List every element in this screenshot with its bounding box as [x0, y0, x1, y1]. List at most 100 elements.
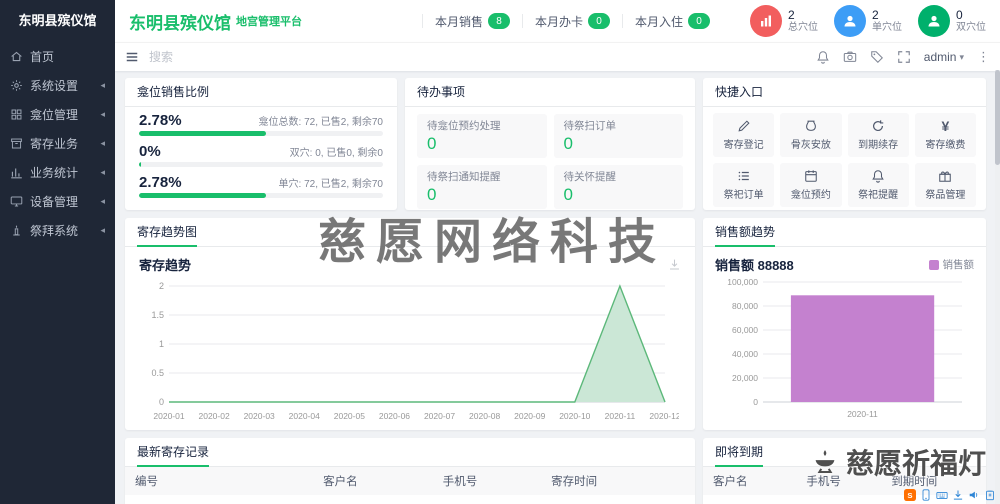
stat-badge: 0	[688, 13, 710, 29]
svg-text:20,000: 20,000	[732, 373, 758, 383]
clipboard-icon[interactable]	[984, 489, 996, 501]
download-icon[interactable]	[668, 258, 681, 271]
sidebar-item-label: 祭拜系统	[30, 224, 79, 238]
stat-label: 本月入住	[634, 14, 683, 29]
quick-label: 祭祀提醒	[858, 190, 899, 201]
table-cell	[796, 495, 882, 504]
scrollbar[interactable]	[995, 70, 1000, 504]
speaker-icon[interactable]	[968, 489, 980, 501]
quick-label: 到期续存	[858, 140, 899, 151]
sidebar: 东明县殡仪馆 首页 系统设置 ◂ 龛位管理 ◂ 寄存业务 ◂ 业务统计 ◂ 设备	[0, 0, 115, 504]
scrollbar-thumb[interactable]	[995, 70, 1000, 165]
quick-ashes-placement-button[interactable]: 骨灰安放	[780, 113, 842, 157]
quick-offering-management-button[interactable]: 祭品管理	[914, 163, 976, 207]
archive-icon	[10, 137, 23, 150]
quick-label: 骨灰安放	[790, 140, 831, 151]
bell-icon	[871, 169, 885, 183]
svg-text:2020-02: 2020-02	[198, 411, 229, 421]
card-storage-trend: 寄存趋势图 寄存趋势 0 0.5 1 1.5 2 2020-01 2020-02 2020-0…	[125, 218, 695, 430]
camera-icon[interactable]	[843, 50, 857, 64]
content: 龛位销售比例 2.78% 龛位总数: 72, 已售2, 剩余70 0% 双穴: …	[115, 71, 1000, 504]
svg-text:2020-11: 2020-11	[847, 409, 878, 419]
search-input[interactable]	[147, 49, 301, 65]
gift-icon	[938, 169, 952, 183]
keyboard-icon[interactable]	[936, 489, 948, 501]
todo-label: 待祭扫通知提醒	[427, 171, 501, 183]
stat-label: 本月销售	[434, 14, 483, 29]
quick-pay-button[interactable]: ¥ 寄存缴费	[914, 113, 976, 157]
sales-amount: 销售额 88888	[715, 258, 794, 273]
card-header: 即将到期	[703, 438, 986, 467]
summary-label: 双穴位	[956, 22, 986, 34]
svg-text:1.5: 1.5	[151, 310, 164, 320]
bell-icon[interactable]	[816, 50, 830, 64]
tag-icon[interactable]	[870, 50, 884, 64]
ratio-desc: 龛位总数: 72, 已售2, 剩余70	[258, 117, 383, 128]
card-header: 销售额趋势	[703, 218, 986, 247]
progress-track	[139, 193, 383, 198]
storage-trend-chart: 0 0.5 1 1.5 2 2020-01 2020-02 2020-03 2020-04 202…	[125, 274, 695, 428]
browser-extension-bar: S	[904, 489, 996, 501]
top-header: 东明县殡仪馆 地宫管理平台 本月销售 8 本月办卡 0 本月入住 0 2 总穴位…	[115, 0, 1000, 42]
admin-label: admin	[923, 50, 957, 64]
progress-fill	[139, 162, 142, 167]
quick-label: 祭祀订单	[723, 190, 764, 201]
todo-niche-booking[interactable]: 待龛位预约处理 0	[417, 114, 547, 158]
download-icon[interactable]	[952, 489, 964, 501]
quick-label: 祭品管理	[925, 190, 966, 201]
sidebar-item-system-settings[interactable]: 系统设置 ◂	[0, 71, 115, 100]
ratio-percent: 2.78%	[139, 174, 182, 191]
quick-worship-order-button[interactable]: 祭祀订单	[713, 163, 775, 207]
sidebar-item-niche-management[interactable]: 龛位管理 ◂	[0, 100, 115, 129]
quick-renew-button[interactable]: 到期续存	[847, 113, 909, 157]
svg-text:80,000: 80,000	[732, 301, 758, 311]
sidebar-item-home[interactable]: 首页	[0, 42, 115, 71]
svg-text:2020-11: 2020-11	[605, 411, 636, 421]
svg-text:2020-03: 2020-03	[244, 411, 275, 421]
quick-label: 龛位预约	[790, 190, 831, 201]
admin-dropdown[interactable]: admin ▾	[924, 50, 964, 64]
stat-badge: 8	[487, 13, 510, 29]
table-cell: REG-186420201114144615	[125, 495, 314, 504]
svg-text:0: 0	[159, 397, 164, 407]
chevron-left-icon: ◂	[100, 225, 105, 235]
todo-worship-orders[interactable]: 待祭扫订单 0	[553, 114, 683, 158]
todo-label: 待祭扫订单	[563, 120, 617, 132]
grid-icon	[10, 108, 23, 121]
phone-icon[interactable]	[920, 489, 932, 501]
stat-label: 本月办卡	[534, 14, 583, 29]
sidebar-nav: 首页 系统设置 ◂ 龛位管理 ◂ 寄存业务 ◂ 业务统计 ◂ 设备管理 ◂ 祭拜…	[0, 42, 115, 245]
ratio-row-single: 2.78% 单穴: 72, 已售2, 剩余70	[139, 174, 383, 198]
table-cell: 哈吉斯	[313, 495, 433, 504]
card-header: 待办事项	[405, 78, 695, 107]
legend-swatch	[928, 259, 939, 270]
sidebar-item-business-stats[interactable]: 业务统计 ◂	[0, 158, 115, 187]
column-header: 编号	[125, 467, 314, 495]
summary-total-plots: 2 总穴位	[750, 5, 818, 37]
kebab-menu-icon[interactable]: ⋮	[977, 49, 990, 65]
sogou-logo-icon[interactable]: S	[904, 489, 916, 501]
order-list-icon	[737, 169, 751, 183]
quick-storage-register-button[interactable]: 寄存登记	[713, 113, 775, 157]
chart-legend: 销售额	[928, 257, 974, 272]
card-sales-ratio: 龛位销售比例 2.78% 龛位总数: 72, 已售2, 剩余70 0% 双穴: …	[125, 78, 397, 210]
sidebar-item-device-management[interactable]: 设备管理 ◂	[0, 187, 115, 216]
menu-toggle-icon[interactable]	[125, 50, 139, 64]
refresh-icon	[871, 119, 885, 133]
svg-text:2020-07: 2020-07	[424, 411, 455, 421]
progress-track	[139, 131, 383, 136]
quick-niche-booking-button[interactable]: 龛位预约	[780, 163, 842, 207]
main-area: 东明县殡仪馆 地宫管理平台 本月销售 8 本月办卡 0 本月入住 0 2 总穴位…	[115, 0, 1000, 504]
todo-worship-notice[interactable]: 待祭扫通知提醒 0	[417, 165, 547, 209]
todo-care-reminder[interactable]: 待关怀提醒 0	[553, 165, 683, 209]
toolbar: admin ▾ ⋮	[115, 42, 1000, 71]
todo-value: 0	[427, 134, 437, 153]
bar-chart-icon	[750, 5, 782, 37]
fullscreen-icon[interactable]	[897, 50, 911, 64]
sidebar-item-worship-system[interactable]: 祭拜系统 ◂	[0, 216, 115, 245]
ratio-desc: 单穴: 72, 已售2, 剩余70	[278, 179, 383, 190]
quick-worship-reminder-button[interactable]: 祭祀提醒	[847, 163, 909, 207]
summary-value: 0	[956, 7, 963, 22]
sidebar-item-storage-business[interactable]: 寄存业务 ◂	[0, 129, 115, 158]
card-todo: 待办事项 待龛位预约处理 0 待祭扫订单 0 待祭扫通知提醒 0 待关怀提醒 0	[405, 78, 695, 210]
